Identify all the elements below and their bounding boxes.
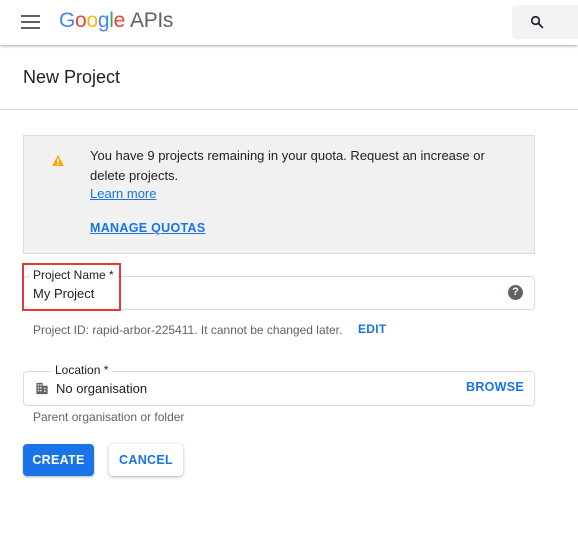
location-value: No organisation <box>56 381 148 396</box>
top-app-bar: Google APIs <box>0 0 578 45</box>
search-button[interactable] <box>512 5 578 39</box>
project-name-field[interactable]: Project Name * My Project ? <box>23 268 535 310</box>
browse-button[interactable]: BROWSE <box>466 380 524 394</box>
logo-letter: o <box>86 9 98 32</box>
page-title: New Project <box>23 67 121 87</box>
project-id-text: Project ID: rapid-arbor-225411. It canno… <box>33 323 343 337</box>
warning-icon <box>52 155 64 166</box>
location-hint: Parent organisation or folder <box>33 410 185 424</box>
location-field[interactable]: Location * No organisation BROWSE <box>23 363 535 406</box>
location-label: Location * <box>51 363 113 377</box>
divider <box>0 109 578 110</box>
help-icon[interactable]: ? <box>508 285 523 300</box>
logo-letter: e <box>113 9 126 32</box>
quota-notice: You have 9 projects remaining in your qu… <box>23 135 535 254</box>
hamburger-menu-icon[interactable] <box>21 14 41 30</box>
apis-label: APIs <box>129 9 174 32</box>
google-apis-logo[interactable]: Google APIs <box>59 9 173 33</box>
logo-letter: o <box>75 9 87 32</box>
cancel-button[interactable]: CANCEL <box>109 444 183 476</box>
logo-letter: g <box>97 9 110 32</box>
project-name-label: Project Name * <box>29 268 118 282</box>
manage-quotas-link[interactable]: MANAGE QUOTAS <box>90 221 205 235</box>
edit-project-id-button[interactable]: EDIT <box>358 322 387 336</box>
logo-letter: G <box>59 9 76 32</box>
building-icon <box>36 382 48 395</box>
quota-message: You have 9 projects remaining in your qu… <box>90 148 485 183</box>
google-wordmark: Google <box>59 9 125 32</box>
project-name-input[interactable]: My Project <box>33 286 94 301</box>
learn-more-link[interactable]: Learn more <box>90 186 156 201</box>
create-button[interactable]: CREATE <box>23 444 94 476</box>
search-icon <box>530 15 544 29</box>
